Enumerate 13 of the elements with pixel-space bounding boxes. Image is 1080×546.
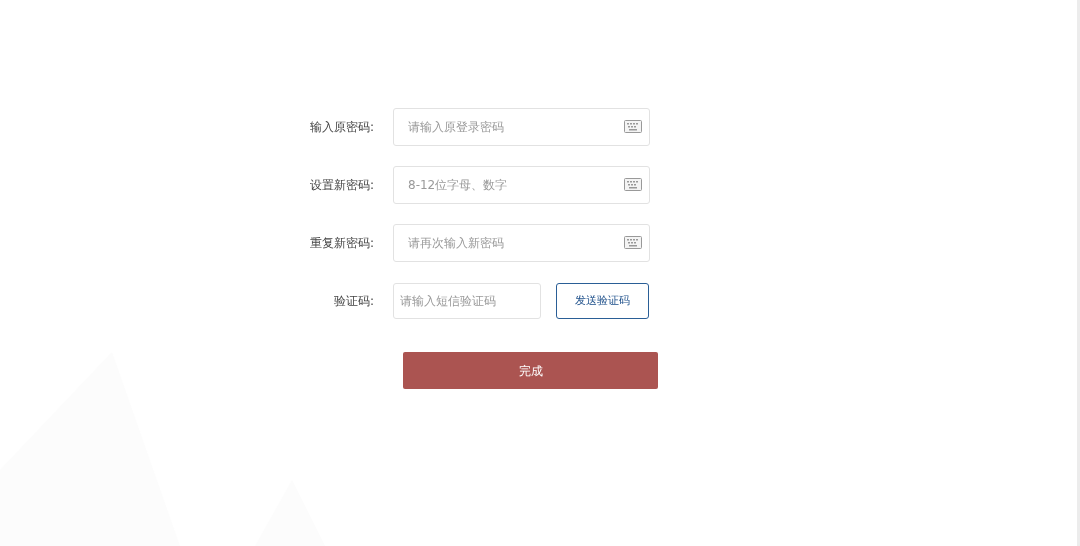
password-field[interactable]: 请输入原登录密码: [393, 108, 650, 146]
keyboard-icon[interactable]: [624, 236, 642, 249]
submit-button[interactable]: 完成: [403, 352, 658, 389]
keyboard-icon[interactable]: [624, 178, 642, 191]
send-code-button[interactable]: 发送验证码: [556, 283, 649, 319]
code-field[interactable]: 请输入短信验证码: [393, 283, 541, 319]
keyboard-icon[interactable]: [624, 120, 642, 133]
field-label: 设置新密码:: [308, 177, 375, 194]
field-label: 输入原密码:: [308, 119, 375, 136]
field-label: 重复新密码:: [308, 235, 375, 252]
password-field[interactable]: 请再次输入新密码: [393, 224, 650, 262]
password-field[interactable]: 8-12位字母、数字: [393, 166, 650, 204]
field-label: 验证码:: [332, 293, 375, 310]
